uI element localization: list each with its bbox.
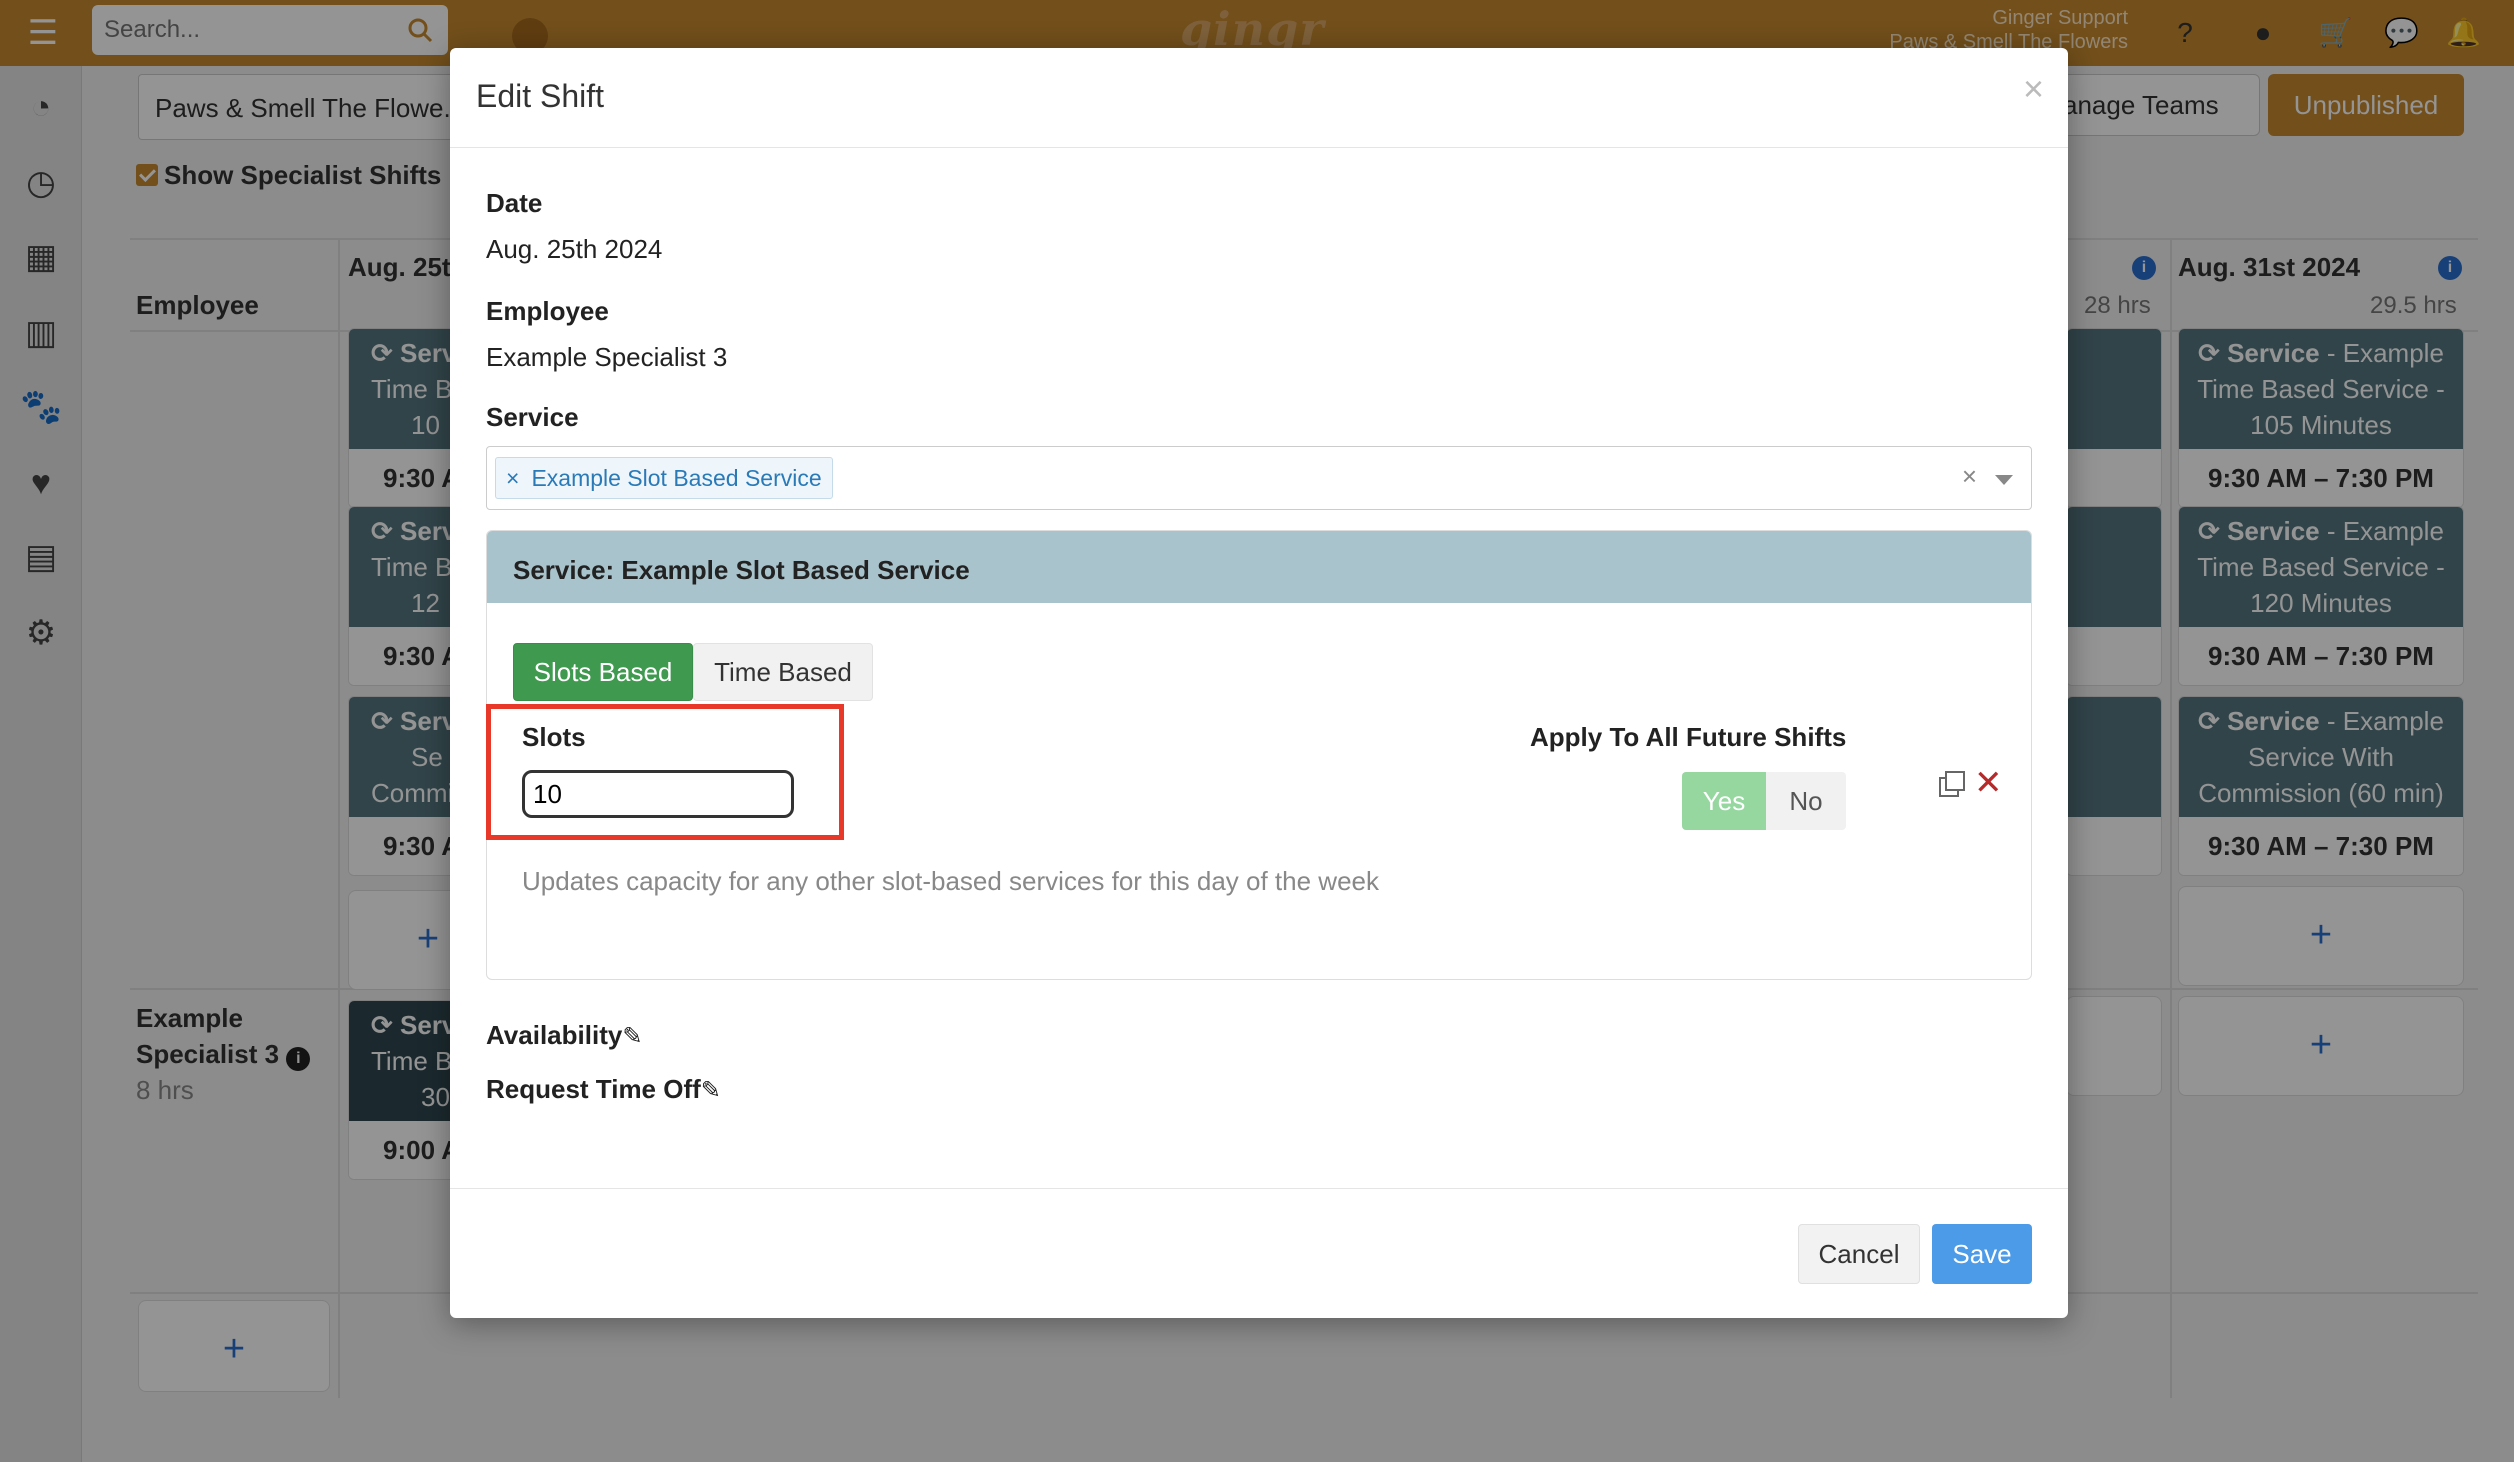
availability-label: Availability	[486, 1020, 623, 1050]
availability-link[interactable]: Availability✎	[486, 1020, 642, 1051]
remove-tag-icon[interactable]: ×	[506, 465, 519, 491]
date-label: Date	[486, 188, 543, 218]
time-based-button[interactable]: Time Based	[693, 643, 873, 701]
employee-label: Employee	[486, 296, 609, 326]
pencil-icon[interactable]: ✎	[622, 1023, 642, 1050]
clear-selection-icon[interactable]: ×	[1962, 461, 1977, 492]
close-icon[interactable]: ×	[2023, 68, 2044, 110]
request-time-off-link[interactable]: Request Time Off✎	[486, 1074, 721, 1105]
slots-help-text: Updates capacity for any other slot-base…	[522, 866, 1379, 896]
service-tag: × Example Slot Based Service	[495, 457, 833, 499]
apply-future-label: Apply To All Future Shifts	[1530, 722, 1847, 752]
service-label: Service	[486, 402, 579, 432]
delete-icon[interactable]: ✕	[1974, 766, 2003, 800]
chevron-down-icon[interactable]	[1995, 475, 2013, 485]
request-time-off-label: Request Time Off	[486, 1074, 701, 1104]
service-select[interactable]: × Example Slot Based Service ×	[486, 446, 2032, 510]
slots-based-button[interactable]: Slots Based	[513, 643, 693, 701]
apply-no-button[interactable]: No	[1766, 772, 1846, 830]
edit-shift-modal: Edit Shift × Date Aug. 25th 2024 Employe…	[450, 48, 2068, 1318]
copy-icon[interactable]	[1938, 770, 1968, 800]
cancel-button[interactable]: Cancel	[1798, 1224, 1920, 1284]
apply-yes-button[interactable]: Yes	[1682, 772, 1766, 830]
slots-label: Slots	[522, 722, 586, 752]
save-button[interactable]: Save	[1932, 1224, 2032, 1284]
service-tag-label: Example Slot Based Service	[531, 465, 822, 491]
date-value: Aug. 25th 2024	[486, 234, 663, 264]
employee-value: Example Specialist 3	[486, 342, 728, 372]
slots-input[interactable]	[522, 770, 794, 818]
modal-header: Edit Shift ×	[450, 48, 2068, 148]
service-panel-title: Service: Example Slot Based Service	[487, 531, 2031, 603]
pencil-icon[interactable]: ✎	[701, 1077, 721, 1104]
modal-title: Edit Shift	[476, 78, 605, 114]
